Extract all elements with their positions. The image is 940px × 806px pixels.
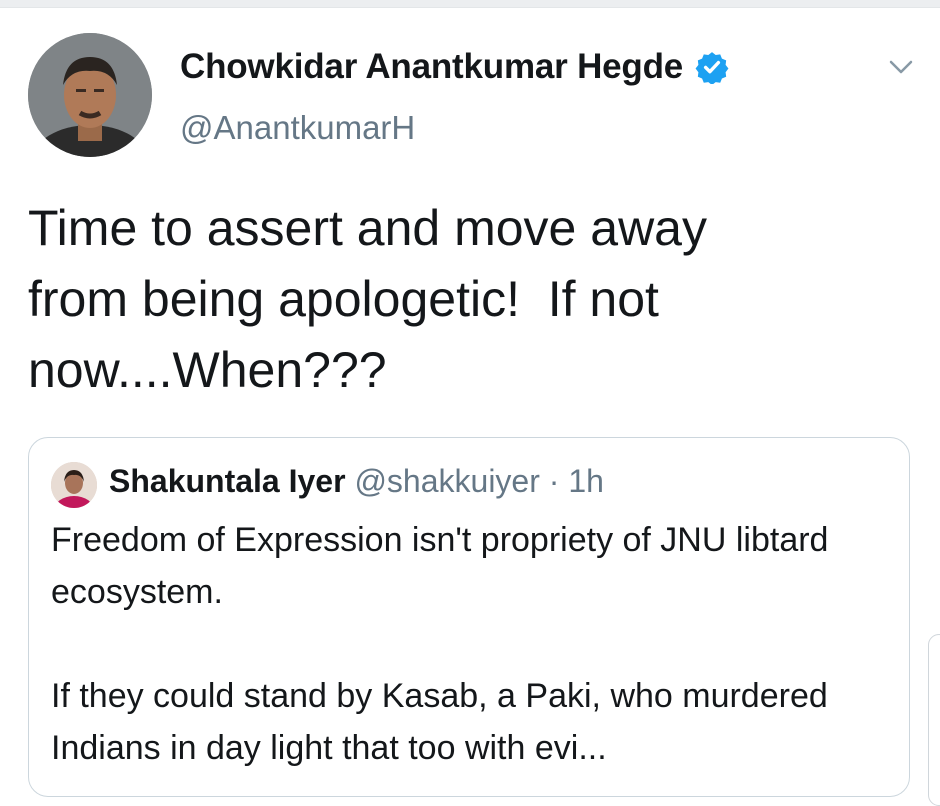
quoted-paragraph: If they could stand by Kasab, a Paki, wh… [51,677,828,767]
adjacent-card-edge [928,634,940,806]
author-avatar[interactable] [28,33,152,157]
quoted-tweet-card[interactable]: Shakuntala Iyer @shakkuiyer · 1h Freedom… [28,437,910,797]
author-handle[interactable]: @AnantkumarH [180,109,415,147]
quoted-author-avatar[interactable] [51,462,97,508]
author-name-row: Chowkidar Anantkumar Hegde [180,47,729,87]
verified-badge-icon [695,50,729,85]
tweet-text: Time to assert and move away from being … [28,200,707,398]
quoted-tweet-text: Freedom of Expression isn't propriety of… [51,514,896,774]
quoted-separator: · [539,463,569,499]
quoted-paragraph: Freedom of Expression isn't propriety of… [51,521,829,611]
quoted-author-name[interactable]: Shakuntala Iyer [109,463,346,499]
quoted-tweet-header: Shakuntala Iyer @shakkuiyer · 1h [109,463,604,500]
chevron-down-icon[interactable] [888,56,914,78]
quoted-author-avatar-image [51,462,97,508]
quoted-author-handle[interactable]: @shakkuiyer [354,463,539,499]
author-display-name[interactable]: Chowkidar Anantkumar Hegde [180,47,683,87]
top-divider [0,0,940,8]
quoted-timestamp[interactable]: 1h [568,463,604,499]
author-avatar-image [28,33,152,157]
